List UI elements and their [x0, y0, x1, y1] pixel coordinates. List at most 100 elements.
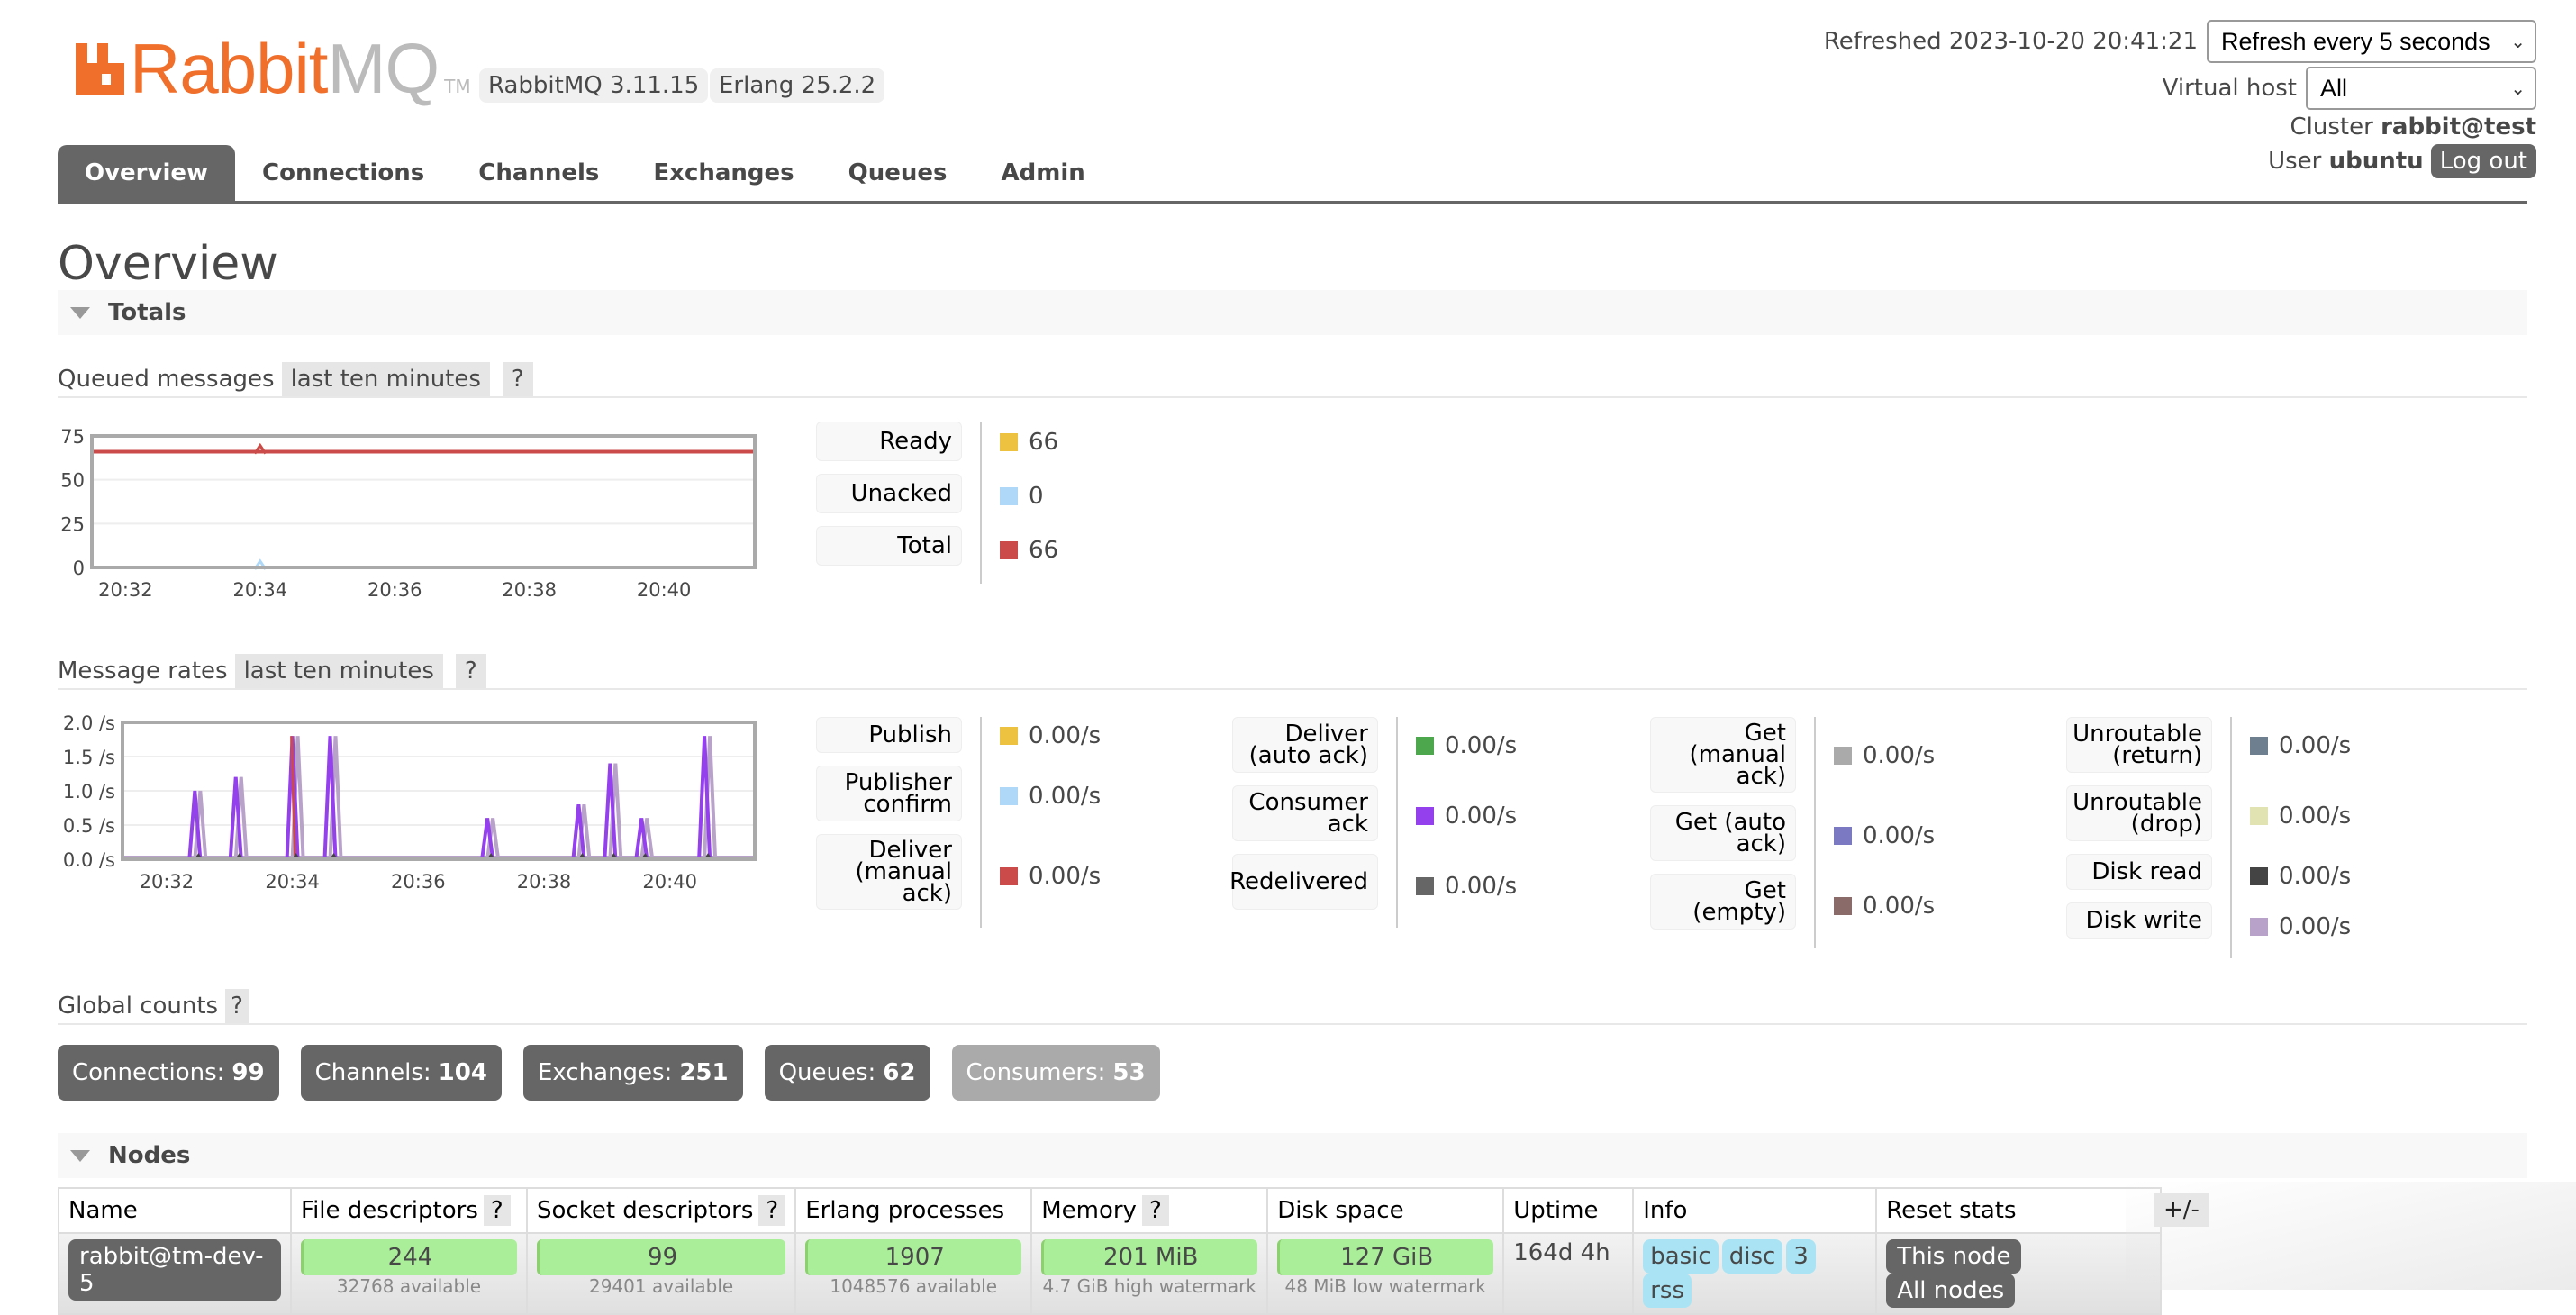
color-swatch [1416, 737, 1434, 755]
node-name-link[interactable]: rabbit@tm-dev-5 [68, 1239, 281, 1301]
refresh-interval-select[interactable]: Refresh every 5 seconds ⌄ [2207, 20, 2536, 63]
x-tick-label: 20:40 [637, 579, 692, 601]
toggle-columns-button[interactable]: +/- [2154, 1193, 2209, 1227]
legend-value-text: 0.00/s [2279, 913, 2352, 940]
count-value: 99 [231, 1059, 265, 1086]
rabbitmq-logo[interactable]: Rabbit MQ TM [76, 29, 471, 108]
count-label: Channels: [314, 1059, 431, 1086]
x-tick-label: 20:34 [233, 579, 288, 601]
rates-legend-values: 0.00/s 0.00/s 0.00/s 0.00/s [2232, 717, 2351, 958]
rates-legend-column: Get (manual ack) Get (auto ack) Get (empty… [1650, 717, 1935, 948]
message-rates-label: Message rates [58, 658, 228, 685]
reset-this-node-button[interactable]: This node [1886, 1239, 2022, 1274]
nodes-section-toggle[interactable]: Nodes [58, 1133, 2527, 1178]
tab-admin[interactable]: Admin [975, 145, 1112, 201]
count-value: 53 [1112, 1059, 1146, 1086]
rates-legend-column: Unroutable (return) Unroutable (drop) Disk… [2066, 717, 2351, 958]
virtual-host-value: All [2320, 74, 2348, 102]
legend-value-text: 0.00/s [1445, 803, 1518, 830]
legend-value-text: 66 [1029, 537, 1059, 564]
color-swatch [2250, 807, 2268, 825]
logo-text-mq: MQ [327, 29, 440, 108]
x-tick-label: 20:38 [502, 579, 557, 601]
fd-meter: 244 [301, 1239, 517, 1275]
rates-legend-value: 0.00/s [1416, 717, 1517, 775]
legend-value-text: 0.00/s [2279, 732, 2352, 759]
rates-legend-key: Get (auto ack) [1650, 805, 1796, 861]
y-tick-label: 50 [60, 470, 85, 492]
tab-channels[interactable]: Channels [451, 145, 626, 201]
totals-section-toggle[interactable]: Totals [58, 290, 2527, 335]
help-button[interactable]: ? [1141, 1195, 1169, 1226]
queued-messages-label: Queued messages [58, 366, 275, 393]
rates-legend-key: Get (manual ack) [1650, 717, 1796, 793]
count-label: Consumers: [966, 1059, 1106, 1086]
main-nav-tabs: Overview Connections Channels Exchanges … [58, 144, 2527, 204]
col-erlang-processes: Erlang processes [794, 1187, 1033, 1234]
virtual-host-select[interactable]: All ⌄ [2306, 67, 2536, 110]
y-tick-label: 0.5 /s [63, 815, 115, 837]
collapse-triangle-icon [70, 306, 90, 319]
legend-value-text: 66 [1029, 429, 1059, 456]
queued-range-selector[interactable]: last ten minutes [281, 362, 490, 396]
rates-legend-value: 0.00/s [1416, 857, 1517, 915]
color-swatch [1000, 787, 1018, 805]
nodes-section-title: Nodes [108, 1142, 191, 1169]
procs-meter: 1907 [805, 1239, 1022, 1275]
tab-queues[interactable]: Queues [821, 145, 975, 201]
tab-connections[interactable]: Connections [235, 145, 451, 201]
reset-all-nodes-button[interactable]: All nodes [1886, 1274, 2016, 1308]
y-tick-label: 75 [60, 426, 85, 448]
rates-help-button[interactable]: ? [455, 654, 486, 688]
rates-legend-key: Deliver (manual ack) [816, 834, 962, 910]
refresh-interval-value: Refresh every 5 seconds [2221, 27, 2490, 55]
col-info: Info [1632, 1187, 1878, 1234]
legend-value-text: 0.00/s [1445, 732, 1518, 759]
y-tick-label: 0 [73, 558, 85, 579]
count-consumers: Consumers: 53 [951, 1045, 1160, 1101]
disk-meter: 127 GiB [1277, 1239, 1494, 1275]
info-tag-rss: rss [1643, 1274, 1692, 1308]
legend-value-text: 0 [1029, 483, 1044, 510]
nodes-table-header: Name File descriptors? Socket descriptor… [58, 1187, 2163, 1234]
y-tick-label: 0.0 /s [63, 849, 115, 871]
y-tick-label: 1.0 /s [63, 781, 115, 803]
logo-text-rabbit: Rabbit [130, 29, 328, 108]
collapse-triangle-icon [70, 1149, 90, 1162]
rates-range-selector[interactable]: last ten minutes [234, 654, 443, 688]
virtual-host-label: Virtual host [2162, 75, 2297, 102]
rates-legend-key: Redelivered [1229, 854, 1378, 910]
rates-legend-key: Consumer ack [1232, 785, 1378, 841]
count-queues[interactable]: Queues: 62 [764, 1045, 930, 1101]
table-row: rabbit@tm-dev-5 244 32768 available 99 294… [58, 1232, 2163, 1315]
chevron-down-icon: ⌄ [2510, 78, 2526, 99]
global-counts-label: Global counts [58, 993, 219, 1020]
count-value: 62 [883, 1059, 916, 1086]
legend-value-text: 0.00/s [1029, 863, 1102, 890]
rates-legend-keys: Deliver (auto ack) Consumer ack Redelivere… [1229, 717, 1398, 928]
tab-overview[interactable]: Overview [58, 145, 236, 201]
y-tick-label: 25 [60, 513, 85, 535]
sockets-meter: 99 [537, 1239, 786, 1275]
global-counts: Connections: 99 Channels: 104 Exchanges: 25… [58, 1045, 1182, 1101]
queued-legend-values: 66 0 66 [982, 422, 1058, 584]
count-value: 104 [438, 1059, 487, 1086]
x-tick-label: 20:38 [517, 871, 572, 892]
queued-help-button[interactable]: ? [502, 362, 533, 396]
rates-legend-column: Publish Publisher confirm Deliver (manual … [816, 717, 1101, 928]
count-channels[interactable]: Channels: 104 [300, 1045, 502, 1101]
cell-info: basic disc 3 rss [1632, 1232, 1878, 1315]
count-exchanges[interactable]: Exchanges: 251 [522, 1045, 743, 1101]
tab-exchanges[interactable]: Exchanges [626, 145, 821, 201]
rabbitmq-version-badge: RabbitMQ 3.11.15 [479, 68, 709, 103]
help-button[interactable]: ? [758, 1195, 786, 1226]
count-connections[interactable]: Connections: 99 [58, 1045, 279, 1101]
legend-value-text: 0.00/s [1029, 722, 1102, 749]
rates-legend-value: 0.00/s [1834, 717, 1935, 794]
color-swatch [2250, 737, 2268, 755]
help-button[interactable]: ? [483, 1195, 511, 1226]
y-tick-label: 1.5 /s [63, 747, 115, 768]
queued-legend-key: Unacked [816, 474, 962, 513]
rates-legend-values: 0.00/s 0.00/s 0.00/s [1398, 717, 1517, 928]
global-counts-help-button[interactable]: ? [225, 989, 249, 1023]
